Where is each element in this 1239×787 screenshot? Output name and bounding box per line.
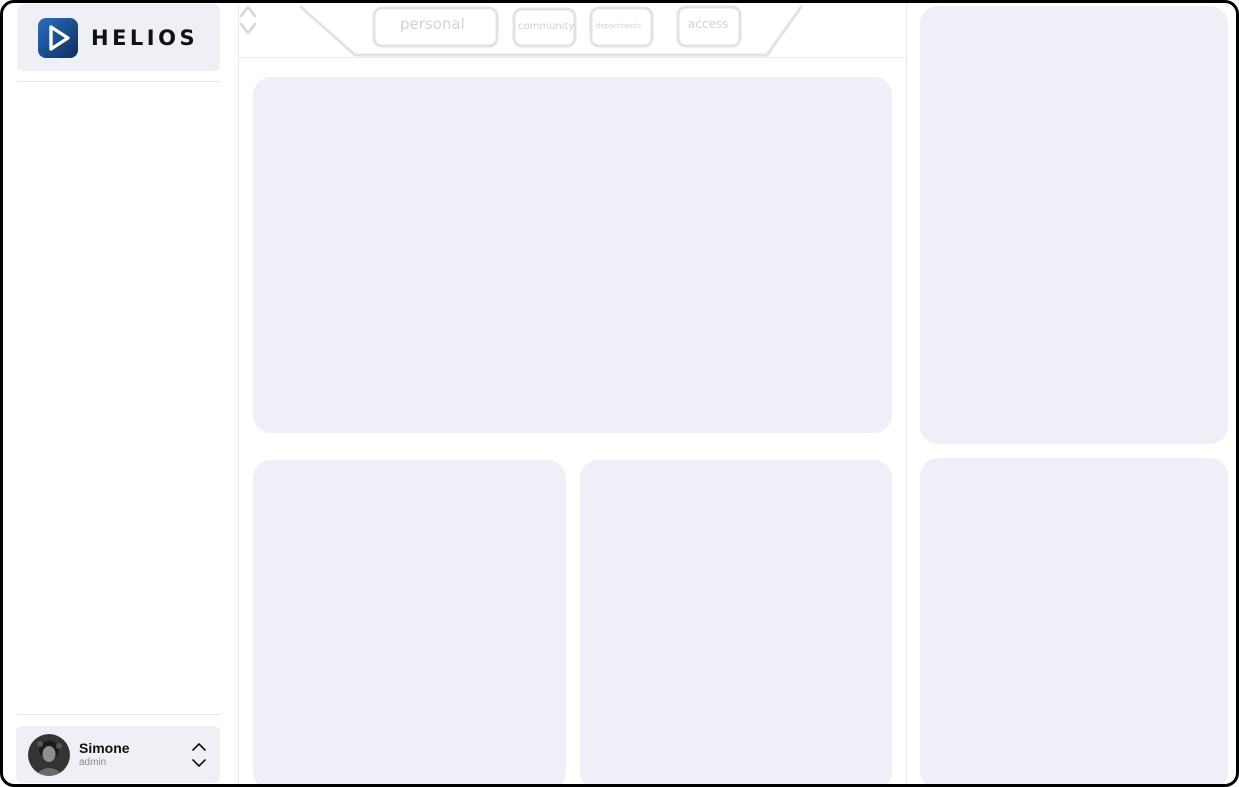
tab-bar: personal community departments access [239, 3, 906, 58]
sidebar: HELIOS Simone admin [3, 3, 239, 784]
app-window: HELIOS Simone admin personal community d… [0, 0, 1239, 787]
right-bottom-panel [920, 458, 1228, 784]
tab-departments[interactable]: departments [596, 22, 641, 30]
chevron-up-down-icon[interactable] [190, 740, 208, 770]
chevron-up-down-icon[interactable] [239, 3, 257, 37]
avatar [28, 733, 70, 776]
bottom-middle-panel [580, 460, 892, 784]
tab-access[interactable]: access [688, 17, 728, 31]
sidebar-divider [17, 81, 220, 82]
right-top-panel [920, 6, 1228, 444]
user-name: Simone [79, 740, 130, 756]
brand-header[interactable]: HELIOS [17, 4, 220, 71]
bottom-left-panel [253, 460, 566, 784]
tab-community[interactable]: community [518, 21, 574, 32]
sidebar-divider [17, 714, 220, 715]
column-divider [906, 3, 907, 784]
tab-personal[interactable]: personal [400, 15, 465, 33]
helios-play-logo-icon [38, 17, 78, 58]
main-panel [253, 77, 892, 433]
user-switcher[interactable]: Simone admin [16, 726, 220, 783]
brand-name: HELIOS [91, 25, 199, 50]
user-role: admin [79, 757, 107, 768]
